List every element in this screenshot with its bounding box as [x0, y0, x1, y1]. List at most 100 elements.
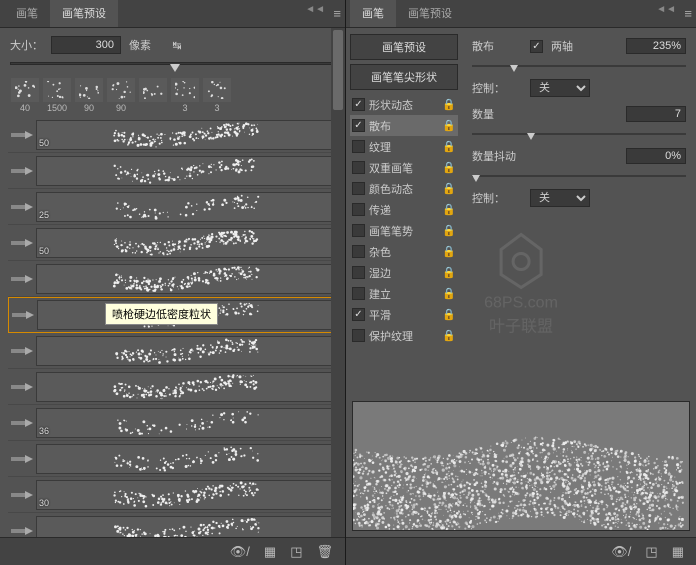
option-checkbox[interactable] [352, 245, 365, 258]
option-row[interactable]: 双重画笔 🔒 [350, 157, 458, 178]
both-axes-checkbox[interactable] [530, 40, 543, 53]
option-row[interactable]: 画笔笔势 🔒 [350, 220, 458, 241]
tab-brush-right[interactable]: 画笔 [350, 0, 396, 27]
lock-icon[interactable]: 🔒 [442, 245, 456, 258]
size-slider[interactable] [0, 62, 345, 74]
scatter-slider[interactable] [472, 62, 686, 72]
tab-brush-presets[interactable]: 画笔预设 [50, 0, 118, 27]
option-label[interactable]: 保护纹理 [369, 328, 438, 344]
brush-preset-item[interactable]: 25 [8, 189, 337, 225]
option-label[interactable]: 双重画笔 [369, 160, 438, 176]
brush-tip[interactable]: 3 [170, 78, 200, 113]
brush-tip[interactable]: 40 [10, 78, 40, 113]
option-row[interactable]: 保护纹理 🔒 [350, 325, 458, 346]
collapse-icon-right[interactable]: ◄◄ [656, 4, 676, 15]
left-scrollbar[interactable] [331, 28, 345, 537]
brush-preset-item[interactable]: 50 [8, 225, 337, 261]
doc-icon-r[interactable]: ▦ [672, 544, 684, 560]
option-row[interactable]: 平滑 🔒 [350, 304, 458, 325]
option-checkbox[interactable] [352, 266, 365, 279]
lock-icon[interactable]: 🔒 [442, 98, 456, 111]
brush-tip[interactable]: 90 [74, 78, 104, 113]
option-checkbox[interactable] [352, 140, 365, 153]
lock-icon[interactable]: 🔒 [442, 161, 456, 174]
brush-tip[interactable]: 90 [106, 78, 136, 113]
option-label[interactable]: 建立 [369, 286, 438, 302]
collapse-icon[interactable]: ◄◄ [305, 4, 325, 15]
option-checkbox[interactable] [352, 98, 365, 111]
option-checkbox[interactable] [352, 203, 365, 216]
control2-select[interactable]: 关 [530, 189, 590, 207]
option-row[interactable]: 湿边 🔒 [350, 262, 458, 283]
lock-icon[interactable]: 🔒 [442, 287, 456, 300]
option-label[interactable]: 纹理 [369, 139, 438, 155]
count-slider[interactable] [472, 130, 686, 140]
option-row[interactable]: 散布 🔒 [350, 115, 458, 136]
brush-tip[interactable] [138, 78, 168, 113]
option-checkbox[interactable] [352, 329, 365, 342]
option-row[interactable]: 纹理 🔒 [350, 136, 458, 157]
panel-menu-icon-right[interactable]: ≡ [684, 6, 692, 21]
new-icon[interactable]: ◳ [290, 544, 302, 560]
lock-icon[interactable]: 🔒 [442, 203, 456, 216]
option-label[interactable]: 杂色 [369, 244, 438, 260]
option-label[interactable]: 画笔笔势 [369, 223, 438, 239]
brush-presets-button[interactable]: 画笔预设 [350, 34, 458, 60]
brush-preset-item[interactable] [8, 513, 337, 537]
option-checkbox[interactable] [352, 119, 365, 132]
brush-list[interactable]: 喷枪硬边低密度粒状 50255036309 [0, 117, 345, 537]
brush-preset-item[interactable] [8, 369, 337, 405]
brush-tip[interactable]: 3 [202, 78, 232, 113]
lock-icon[interactable]: 🔒 [442, 182, 456, 195]
option-label[interactable]: 散布 [369, 118, 438, 134]
option-label[interactable]: 平滑 [369, 307, 438, 323]
control1-select[interactable]: 关 [530, 79, 590, 97]
option-checkbox[interactable] [352, 161, 365, 174]
brush-preset-item[interactable]: 50 [8, 117, 337, 153]
jitter-slider[interactable] [472, 172, 686, 182]
jitter-input[interactable] [626, 148, 686, 164]
brush-preset-item[interactable]: 30 [8, 477, 337, 513]
option-checkbox[interactable] [352, 287, 365, 300]
brush-tip-shape-button[interactable]: 画笔笔尖形状 [350, 64, 458, 90]
new-preset-icon[interactable]: ◳ [645, 544, 657, 560]
lock-icon[interactable]: 🔒 [442, 308, 456, 321]
trash-icon[interactable]: 🗑 [316, 544, 333, 560]
option-row[interactable]: 形状动态 🔒 [350, 94, 458, 115]
option-label[interactable]: 湿边 [369, 265, 438, 281]
size-input[interactable] [51, 36, 121, 54]
settings-column: 散布 两轴 控制： 关 数量 数量抖动 控制： 关 [462, 28, 696, 395]
lock-icon[interactable]: 🔒 [442, 119, 456, 132]
lock-icon[interactable]: 🔒 [442, 329, 456, 342]
lock-icon[interactable]: 🔒 [442, 140, 456, 153]
scatter-value-input[interactable] [626, 38, 686, 54]
brush-handle-icon [8, 228, 36, 258]
brush-preset-item[interactable]: 36 [8, 405, 337, 441]
brush-tip[interactable]: 1500 [42, 78, 72, 113]
count-input[interactable] [626, 106, 686, 122]
option-label[interactable]: 颜色动态 [369, 181, 438, 197]
option-label[interactable]: 传递 [369, 202, 438, 218]
tab-brush-presets-right[interactable]: 画笔预设 [396, 0, 464, 27]
option-checkbox[interactable] [352, 182, 365, 195]
lock-icon[interactable]: 🔒 [442, 266, 456, 279]
option-row[interactable]: 颜色动态 🔒 [350, 178, 458, 199]
panel-menu-icon[interactable]: ≡ [333, 6, 341, 21]
brush-preset-item[interactable] [8, 153, 337, 189]
option-row[interactable]: 建立 🔒 [350, 283, 458, 304]
option-checkbox[interactable] [352, 224, 365, 237]
brush-preset-item[interactable] [8, 333, 337, 369]
flip-icon[interactable]: ↹ [167, 36, 187, 54]
option-checkbox[interactable] [352, 308, 365, 321]
brush-tooltip: 喷枪硬边低密度粒状 [105, 303, 218, 325]
option-row[interactable]: 杂色 🔒 [350, 241, 458, 262]
brush-preset-item[interactable] [8, 261, 337, 297]
brush-preset-item[interactable] [8, 441, 337, 477]
toggle-preview-icon-r[interactable]: 👁/ [611, 544, 631, 560]
lock-icon[interactable]: 🔒 [442, 224, 456, 237]
doc-icon[interactable]: ▦ [264, 544, 276, 560]
toggle-preview-icon[interactable]: 👁/ [230, 544, 250, 560]
option-row[interactable]: 传递 🔒 [350, 199, 458, 220]
option-label[interactable]: 形状动态 [369, 97, 438, 113]
tab-brush[interactable]: 画笔 [4, 0, 50, 27]
